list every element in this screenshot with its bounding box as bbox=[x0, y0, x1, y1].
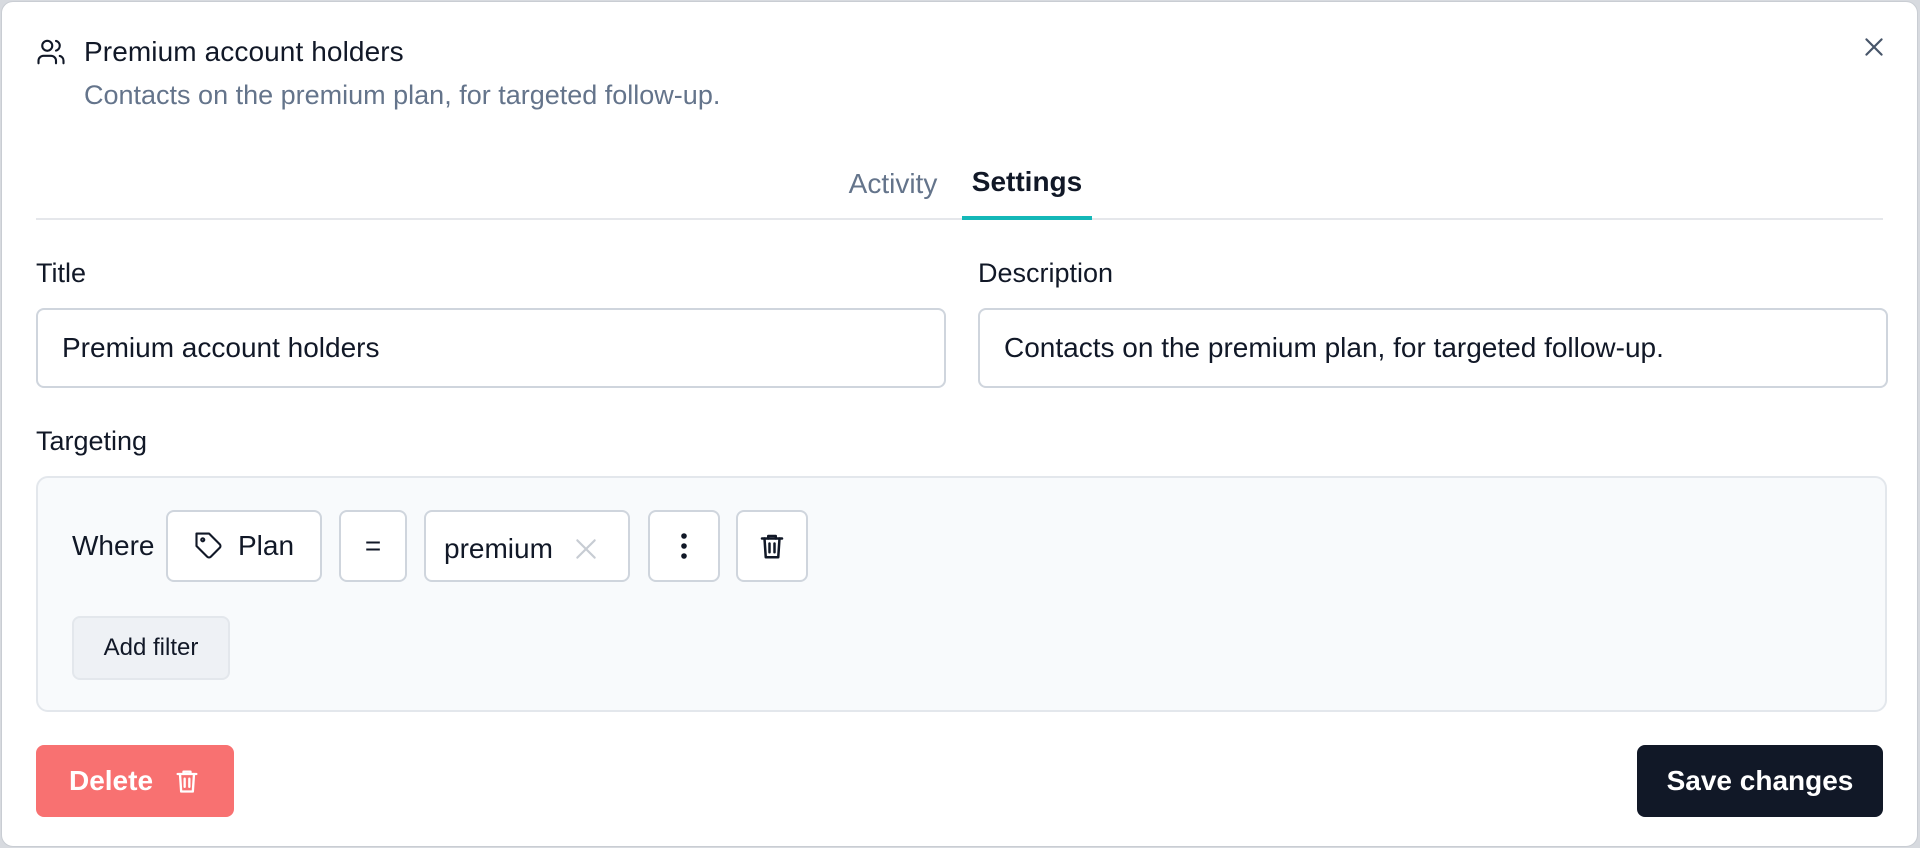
filter-prefix: Where bbox=[72, 530, 155, 561]
filter-more-button[interactable] bbox=[648, 510, 720, 582]
trash-icon bbox=[757, 531, 787, 561]
clear-value-icon[interactable] bbox=[573, 536, 599, 562]
tag-icon bbox=[194, 531, 224, 561]
delete-button[interactable]: Delete bbox=[36, 745, 234, 817]
more-vertical-icon bbox=[680, 531, 688, 561]
filter-value-input[interactable]: premium bbox=[424, 510, 630, 582]
dialog-subtitle: Contacts on the premium plan, for target… bbox=[84, 80, 721, 110]
dialog-title: Premium account holders bbox=[84, 36, 404, 67]
filter-operator-label: = bbox=[364, 530, 382, 561]
delete-label: Delete bbox=[68, 765, 154, 796]
tab-bar: Activity Settings bbox=[36, 142, 1883, 220]
close-button[interactable] bbox=[1857, 30, 1891, 64]
filter-field-label: Plan bbox=[237, 530, 295, 561]
trash-icon bbox=[173, 766, 201, 796]
title-input[interactable]: Premium account holders bbox=[36, 308, 946, 388]
filter-field-select[interactable]: Plan bbox=[166, 510, 322, 582]
header-title-row: Premium account holders bbox=[36, 36, 1883, 68]
title-label: Title bbox=[36, 258, 87, 288]
tab-activity[interactable]: Activity bbox=[808, 154, 978, 220]
filter-value-label: premium bbox=[444, 533, 553, 564]
segment-dialog: Premium account holders Contacts on the … bbox=[1, 1, 1918, 847]
targeting-label: Targeting bbox=[36, 426, 148, 456]
tab-settings[interactable]: Settings bbox=[962, 154, 1092, 220]
targeting-panel: Where Plan = premium Add filter bbox=[36, 476, 1887, 712]
filter-operator-select[interactable]: = bbox=[339, 510, 407, 582]
description-label: Description bbox=[978, 258, 1114, 288]
users-icon bbox=[36, 37, 66, 67]
remove-filter-button[interactable] bbox=[736, 510, 808, 582]
dialog-header: Premium account holders Contacts on the … bbox=[36, 36, 1883, 111]
description-input[interactable]: Contacts on the premium plan, for target… bbox=[978, 308, 1888, 388]
save-changes-button[interactable]: Save changes bbox=[1637, 745, 1883, 817]
close-icon bbox=[1861, 34, 1887, 60]
add-filter-button[interactable]: Add filter bbox=[72, 616, 230, 680]
